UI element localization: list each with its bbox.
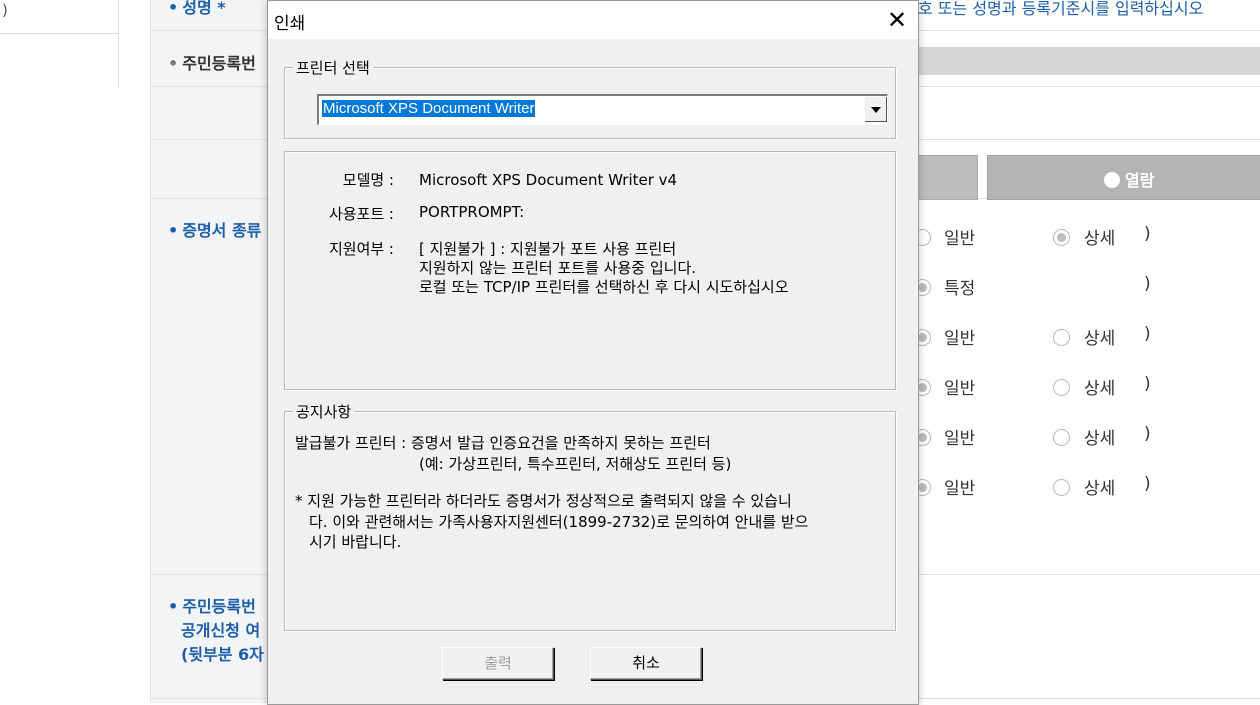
support-line: 지원하지 않는 프린터 포트를 사용중 입니다. xyxy=(419,259,697,277)
view-tab[interactable]: 열람 xyxy=(987,155,1260,200)
row-close-paren: ) xyxy=(1144,324,1151,344)
print-button[interactable]: 출력 xyxy=(442,647,554,680)
support-line: 로컬 또는 TCP/IP 프린터를 선택하신 후 다시 시도하십시오 xyxy=(419,278,789,296)
detail-label: 상세 xyxy=(1084,229,1116,249)
name-label: • 성명 * xyxy=(168,0,226,17)
row-close-paren: ) xyxy=(1144,274,1151,294)
left-side-panel: ) xyxy=(0,0,119,88)
notice-legend: 공지사항 xyxy=(296,403,352,421)
row-close-paren: ) xyxy=(1144,374,1151,394)
general-label: 일반 xyxy=(944,429,976,449)
notice-line: 다. 이와 관련해서는 가족사용자지원센터(1899-2732)로 문의하여 안… xyxy=(309,513,809,531)
general-label: 일반 xyxy=(944,479,976,499)
cert-option-row: 일반 상세 ) xyxy=(914,474,1260,504)
detail-label: 상세 xyxy=(1084,429,1116,449)
general-label: 일반 xyxy=(944,229,976,249)
cert-option-row: 일반 상세 ) xyxy=(914,324,1260,354)
port-label: 사용포트 : xyxy=(328,205,394,223)
dialog-titlebar[interactable]: 인쇄 ✕ xyxy=(268,1,918,39)
printer-select-dropdown[interactable]: Microsoft XPS Document Writer xyxy=(317,94,888,125)
cancel-button[interactable]: 취소 xyxy=(590,647,702,680)
cert-option-row: 일반 상세 ) xyxy=(914,374,1260,404)
cert-type-label: • 증명서 종류 xyxy=(168,221,262,240)
detail-label: 상세 xyxy=(1084,379,1116,399)
resident-number-label: • 주민등록번 xyxy=(168,54,256,73)
model-value: Microsoft XPS Document Writer v4 xyxy=(419,171,678,189)
general-label: 일반 xyxy=(944,329,976,349)
detail-label: 상세 xyxy=(1084,329,1116,349)
notice-line: 발급불가 프린터 : 증명서 발급 인증요건을 만족하지 못하는 프린터 xyxy=(295,434,711,452)
detail-radio[interactable] xyxy=(1053,329,1070,346)
printer-select-legend: 프린터 선택 xyxy=(296,59,370,77)
notice-line: 시기 바랍니다. xyxy=(309,533,402,551)
row-close-paren: ) xyxy=(1144,474,1151,494)
public-request-label-2: 공개신청 여 xyxy=(181,621,261,640)
row-close-paren: ) xyxy=(1144,224,1151,244)
left-panel-divider xyxy=(0,33,118,34)
row-close-paren: ) xyxy=(1144,424,1151,444)
search-hint-text: 호 또는 성명과 등록기준시를 입력하십시오 xyxy=(918,0,1204,18)
model-label: 모델명 : xyxy=(342,171,394,189)
print-dialog: 인쇄 ✕ 프린터 선택 Microsoft XPS Document Write… xyxy=(267,0,919,705)
detail-label: 상세 xyxy=(1084,479,1116,499)
general-label: 일반 xyxy=(944,379,976,399)
selected-printer: Microsoft XPS Document Writer xyxy=(322,100,536,117)
cert-option-row: 일반 상세 ) xyxy=(914,424,1260,454)
view-tab-label: 열람 xyxy=(1125,171,1155,190)
public-request-label-1: • 주민등록번 xyxy=(168,597,256,616)
specific-label: 특정 xyxy=(944,279,976,299)
detail-radio[interactable] xyxy=(1053,479,1070,496)
cert-option-row: 일반 상세 ) xyxy=(914,224,1260,254)
resident-number-input[interactable] xyxy=(918,47,1260,75)
detail-radio[interactable] xyxy=(1053,229,1070,246)
radio-dot-icon xyxy=(1104,172,1120,188)
detail-radio[interactable] xyxy=(1053,379,1070,396)
dialog-title: 인쇄 xyxy=(274,14,306,34)
public-request-label-3: (뒷부분 6자 xyxy=(181,645,264,664)
close-icon[interactable]: ✕ xyxy=(876,1,918,39)
notice-line: (예: 가상프린터, 특수프린터, 저해상도 프린터 등) xyxy=(419,455,732,473)
notice-line: * 지원 가능한 프린터라 하더라도 증명서가 정상적으로 출력되지 않을 수 … xyxy=(295,492,792,510)
left-panel-paren: ) xyxy=(2,1,8,19)
support-label: 지원여부 : xyxy=(328,240,394,258)
chevron-down-icon[interactable] xyxy=(864,96,887,122)
cert-option-row: 특정 ) xyxy=(914,274,1260,304)
port-value: PORTPROMPT: xyxy=(419,203,525,221)
detail-radio[interactable] xyxy=(1053,429,1070,446)
issue-tab[interactable] xyxy=(918,155,978,200)
support-line: [ 지원불가 ] : 지원불가 포트 사용 프린터 xyxy=(419,240,677,258)
